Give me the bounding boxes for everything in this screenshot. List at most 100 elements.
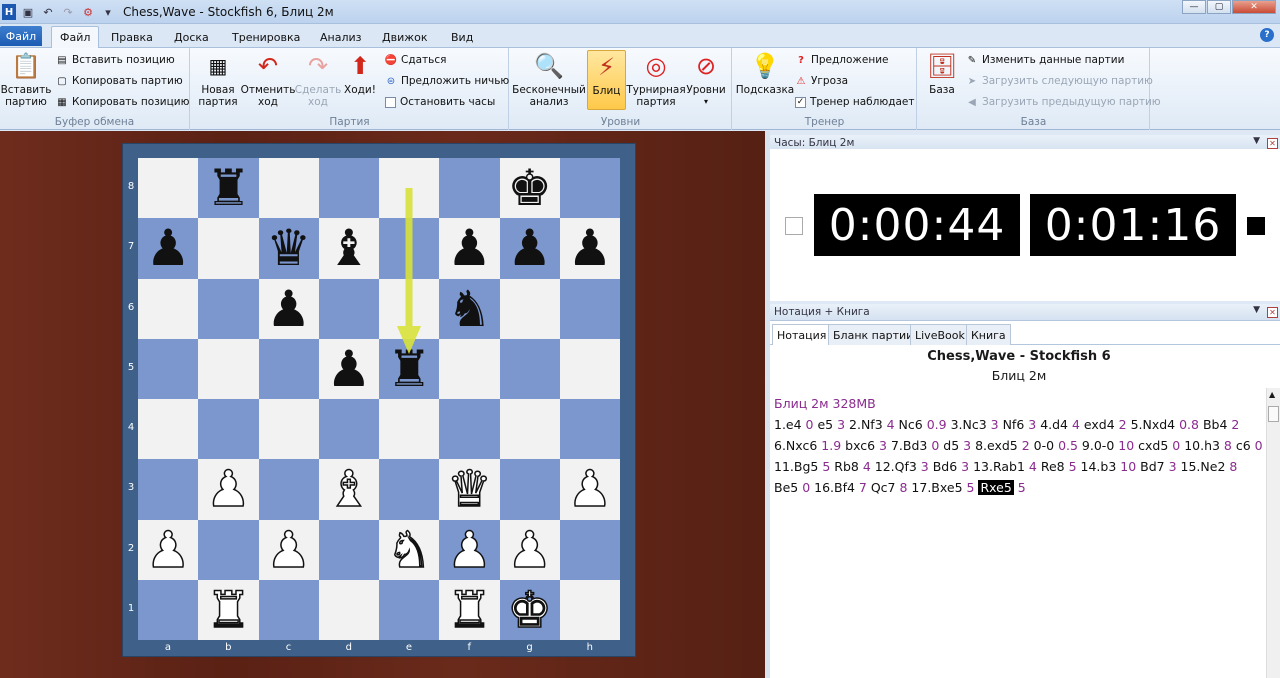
black-king-icon[interactable]: ♚: [507, 163, 552, 213]
move-token[interactable]: c6: [1232, 438, 1255, 453]
square-f6[interactable]: ♞: [439, 278, 500, 339]
square-e6[interactable]: [379, 278, 440, 339]
move-token[interactable]: cxd5: [1134, 438, 1172, 453]
move-token[interactable]: 0-0: [1030, 438, 1058, 453]
black-pawn-icon[interactable]: ♟: [447, 223, 492, 273]
square-f8[interactable]: [439, 158, 500, 219]
black-rook-icon[interactable]: ♜: [206, 163, 251, 213]
customize-toolbar-icon[interactable]: ▾: [100, 4, 116, 20]
move-token[interactable]: 11.Bg5: [774, 459, 822, 474]
black-rook-icon[interactable]: ♜: [387, 344, 432, 394]
square-h7[interactable]: ♟: [559, 218, 620, 279]
white-queen-icon[interactable]: ♛: [446, 464, 492, 516]
black-pawn-icon[interactable]: ♟: [567, 223, 612, 273]
help-icon[interactable]: ?: [1260, 28, 1274, 42]
tab-engine[interactable]: Движок: [374, 26, 436, 48]
square-f1[interactable]: ♜: [439, 579, 500, 640]
square-g1[interactable]: ♚: [499, 579, 560, 640]
white-bishop-icon[interactable]: ♝: [326, 464, 372, 516]
square-b1[interactable]: ♜: [198, 579, 259, 640]
square-h3[interactable]: ♟: [559, 459, 620, 520]
move-token[interactable]: Be5: [774, 480, 802, 495]
square-g4[interactable]: [499, 399, 560, 460]
black-knight-icon[interactable]: ♞: [447, 284, 492, 334]
tournament-game-button[interactable]: ◎ Турнирная партия: [626, 50, 685, 108]
offer-draw-button[interactable]: ⊜ Предложить ничью: [385, 75, 509, 87]
copy-game-button[interactable]: ▢ Копировать партию: [56, 75, 182, 87]
square-d6[interactable]: [318, 278, 379, 339]
square-f4[interactable]: [439, 399, 500, 460]
square-d4[interactable]: [318, 399, 379, 460]
square-c2[interactable]: ♟: [258, 519, 319, 580]
pane-dropdown-icon[interactable]: ▼: [1253, 136, 1260, 146]
move-token[interactable]: Nf6: [999, 417, 1029, 432]
move-token[interactable]: Bd7: [1136, 459, 1168, 474]
file-menu-button[interactable]: Файл: [0, 26, 42, 46]
white-pawn-icon[interactable]: ♟: [145, 524, 191, 576]
tab-analysis[interactable]: Анализ: [312, 26, 370, 48]
move-token[interactable]: 16.Bf4: [810, 480, 859, 495]
square-b6[interactable]: [198, 278, 259, 339]
square-d2[interactable]: [318, 519, 379, 580]
square-a6[interactable]: [138, 278, 199, 339]
blitz-button[interactable]: ⚡ Блиц: [587, 50, 626, 110]
square-h2[interactable]: [559, 519, 620, 580]
tab-notation[interactable]: Нотация: [772, 324, 832, 345]
square-g7[interactable]: ♟: [499, 218, 560, 279]
tab-livebook[interactable]: LiveBook: [910, 324, 970, 345]
move-token[interactable]: Re8: [1037, 459, 1069, 474]
square-b7[interactable]: [198, 218, 259, 279]
close-window-button[interactable]: ✕: [1232, 0, 1276, 14]
trainer-watching-checkbox[interactable]: ✓ Тренер наблюдает: [795, 96, 914, 108]
white-knight-icon[interactable]: ♞: [386, 524, 432, 576]
square-f3[interactable]: ♛: [439, 459, 500, 520]
new-game-button[interactable]: ▦ Новая партия: [195, 50, 241, 108]
square-c4[interactable]: [258, 399, 319, 460]
square-e1[interactable]: [379, 579, 440, 640]
move-token[interactable]: Qc7: [867, 480, 900, 495]
square-c8[interactable]: [258, 158, 319, 219]
square-c5[interactable]: [258, 338, 319, 399]
tab-training[interactable]: Тренировка: [224, 26, 308, 48]
board-quick-icon[interactable]: ⚙: [80, 4, 96, 20]
make-move-button[interactable]: ⬆ Ходи!: [343, 50, 377, 96]
paste-position-button[interactable]: ▤ Вставить позицию: [56, 54, 174, 66]
move-token[interactable]: 8.exd5: [971, 438, 1022, 453]
square-b5[interactable]: [198, 338, 259, 399]
square-g5[interactable]: [499, 338, 560, 399]
threat-button[interactable]: ⚠ Угроза: [795, 75, 849, 87]
square-h5[interactable]: [559, 338, 620, 399]
pane-close-icon[interactable]: ✕: [1267, 138, 1278, 149]
move-token[interactable]: 1.e4: [774, 417, 806, 432]
square-g6[interactable]: [499, 278, 560, 339]
square-e4[interactable]: [379, 399, 440, 460]
square-b4[interactable]: [198, 399, 259, 460]
move-token[interactable]: bxc6: [841, 438, 879, 453]
move-token[interactable]: 10.h3: [1180, 438, 1224, 453]
move-token[interactable]: Bb4: [1199, 417, 1231, 432]
square-d8[interactable]: [318, 158, 379, 219]
move-token[interactable]: Rb8: [830, 459, 863, 474]
white-pawn-icon[interactable]: ♟: [265, 524, 311, 576]
black-pawn-icon[interactable]: ♟: [146, 223, 191, 273]
infinite-analysis-button[interactable]: 🔍 Бесконечный анализ: [512, 50, 586, 108]
move-token[interactable]: exd4: [1080, 417, 1119, 432]
move-token[interactable]: 3.Nc3: [947, 417, 991, 432]
app-icon[interactable]: H: [2, 4, 16, 20]
move-token[interactable]: e5: [814, 417, 838, 432]
square-h8[interactable]: [559, 158, 620, 219]
move-token[interactable]: Bd6: [929, 459, 961, 474]
undo-quick-icon[interactable]: ↶: [40, 4, 56, 20]
square-e7[interactable]: [379, 218, 440, 279]
paste-game-button[interactable]: 📋 Вставить партию: [1, 50, 52, 108]
move-token[interactable]: 14.b3: [1077, 459, 1121, 474]
square-a3[interactable]: [138, 459, 199, 520]
levels-dropdown-button[interactable]: ⊘ Уровни ▾: [686, 50, 726, 108]
tab-file[interactable]: Файл: [51, 26, 100, 48]
maximize-button[interactable]: ▢: [1207, 0, 1231, 14]
square-f7[interactable]: ♟: [439, 218, 500, 279]
square-e5[interactable]: ♜: [379, 338, 440, 399]
scroll-up-icon[interactable]: ▲: [1269, 390, 1275, 399]
square-a4[interactable]: [138, 399, 199, 460]
square-c1[interactable]: [258, 579, 319, 640]
